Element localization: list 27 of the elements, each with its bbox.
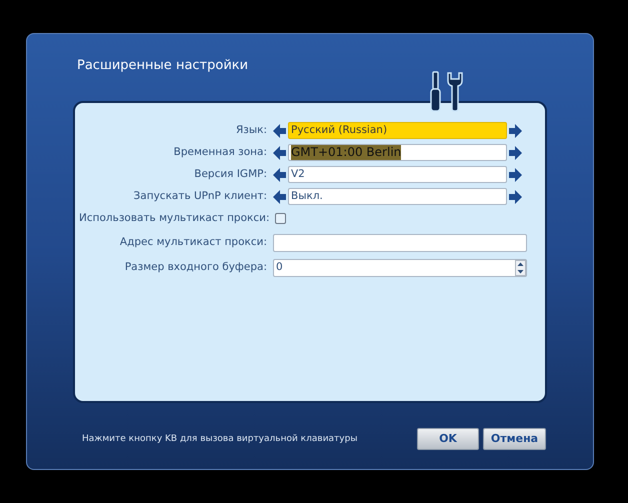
field-label: Адрес мультикаст прокси: xyxy=(118,234,268,250)
right-arrow-icon[interactable] xyxy=(509,168,522,182)
select-field[interactable]: Выкл. xyxy=(288,188,507,205)
select-field[interactable]: V2 xyxy=(288,166,507,183)
spin-arrows-icon[interactable] xyxy=(515,260,526,276)
right-arrow-icon[interactable] xyxy=(509,124,522,138)
field-label: Временная зона: xyxy=(172,144,268,160)
left-arrow-icon[interactable] xyxy=(273,146,286,160)
dialog-title: Расширенные настройки xyxy=(77,57,248,75)
field-label: Запускать UPnP клиент: xyxy=(132,188,268,204)
field-label: Использовать мультикаст прокси: xyxy=(79,210,270,226)
select-field[interactable]: Русский (Russian) xyxy=(288,122,507,139)
right-arrow-icon[interactable] xyxy=(509,146,522,160)
field-label: Размер входного буфера: xyxy=(124,260,268,275)
left-arrow-icon[interactable] xyxy=(273,168,286,182)
left-arrow-icon[interactable] xyxy=(273,124,286,138)
cancel-button[interactable]: Отмена xyxy=(483,428,546,450)
input-field[interactable] xyxy=(273,234,527,252)
select-field[interactable]: GMT+01:00 Berlin xyxy=(288,144,507,161)
ok-button[interactable]: OK xyxy=(417,428,479,450)
field-label: Язык: xyxy=(234,122,268,138)
number-field[interactable]: 0 xyxy=(273,258,527,276)
left-arrow-icon[interactable] xyxy=(273,190,286,204)
checkbox[interactable] xyxy=(275,213,286,224)
field-label: Версия IGMP: xyxy=(193,166,268,182)
keyboard-hint: Нажмите кнопку KB для вызова виртуальной клавиатуры xyxy=(82,433,358,446)
right-arrow-icon[interactable] xyxy=(509,190,522,204)
